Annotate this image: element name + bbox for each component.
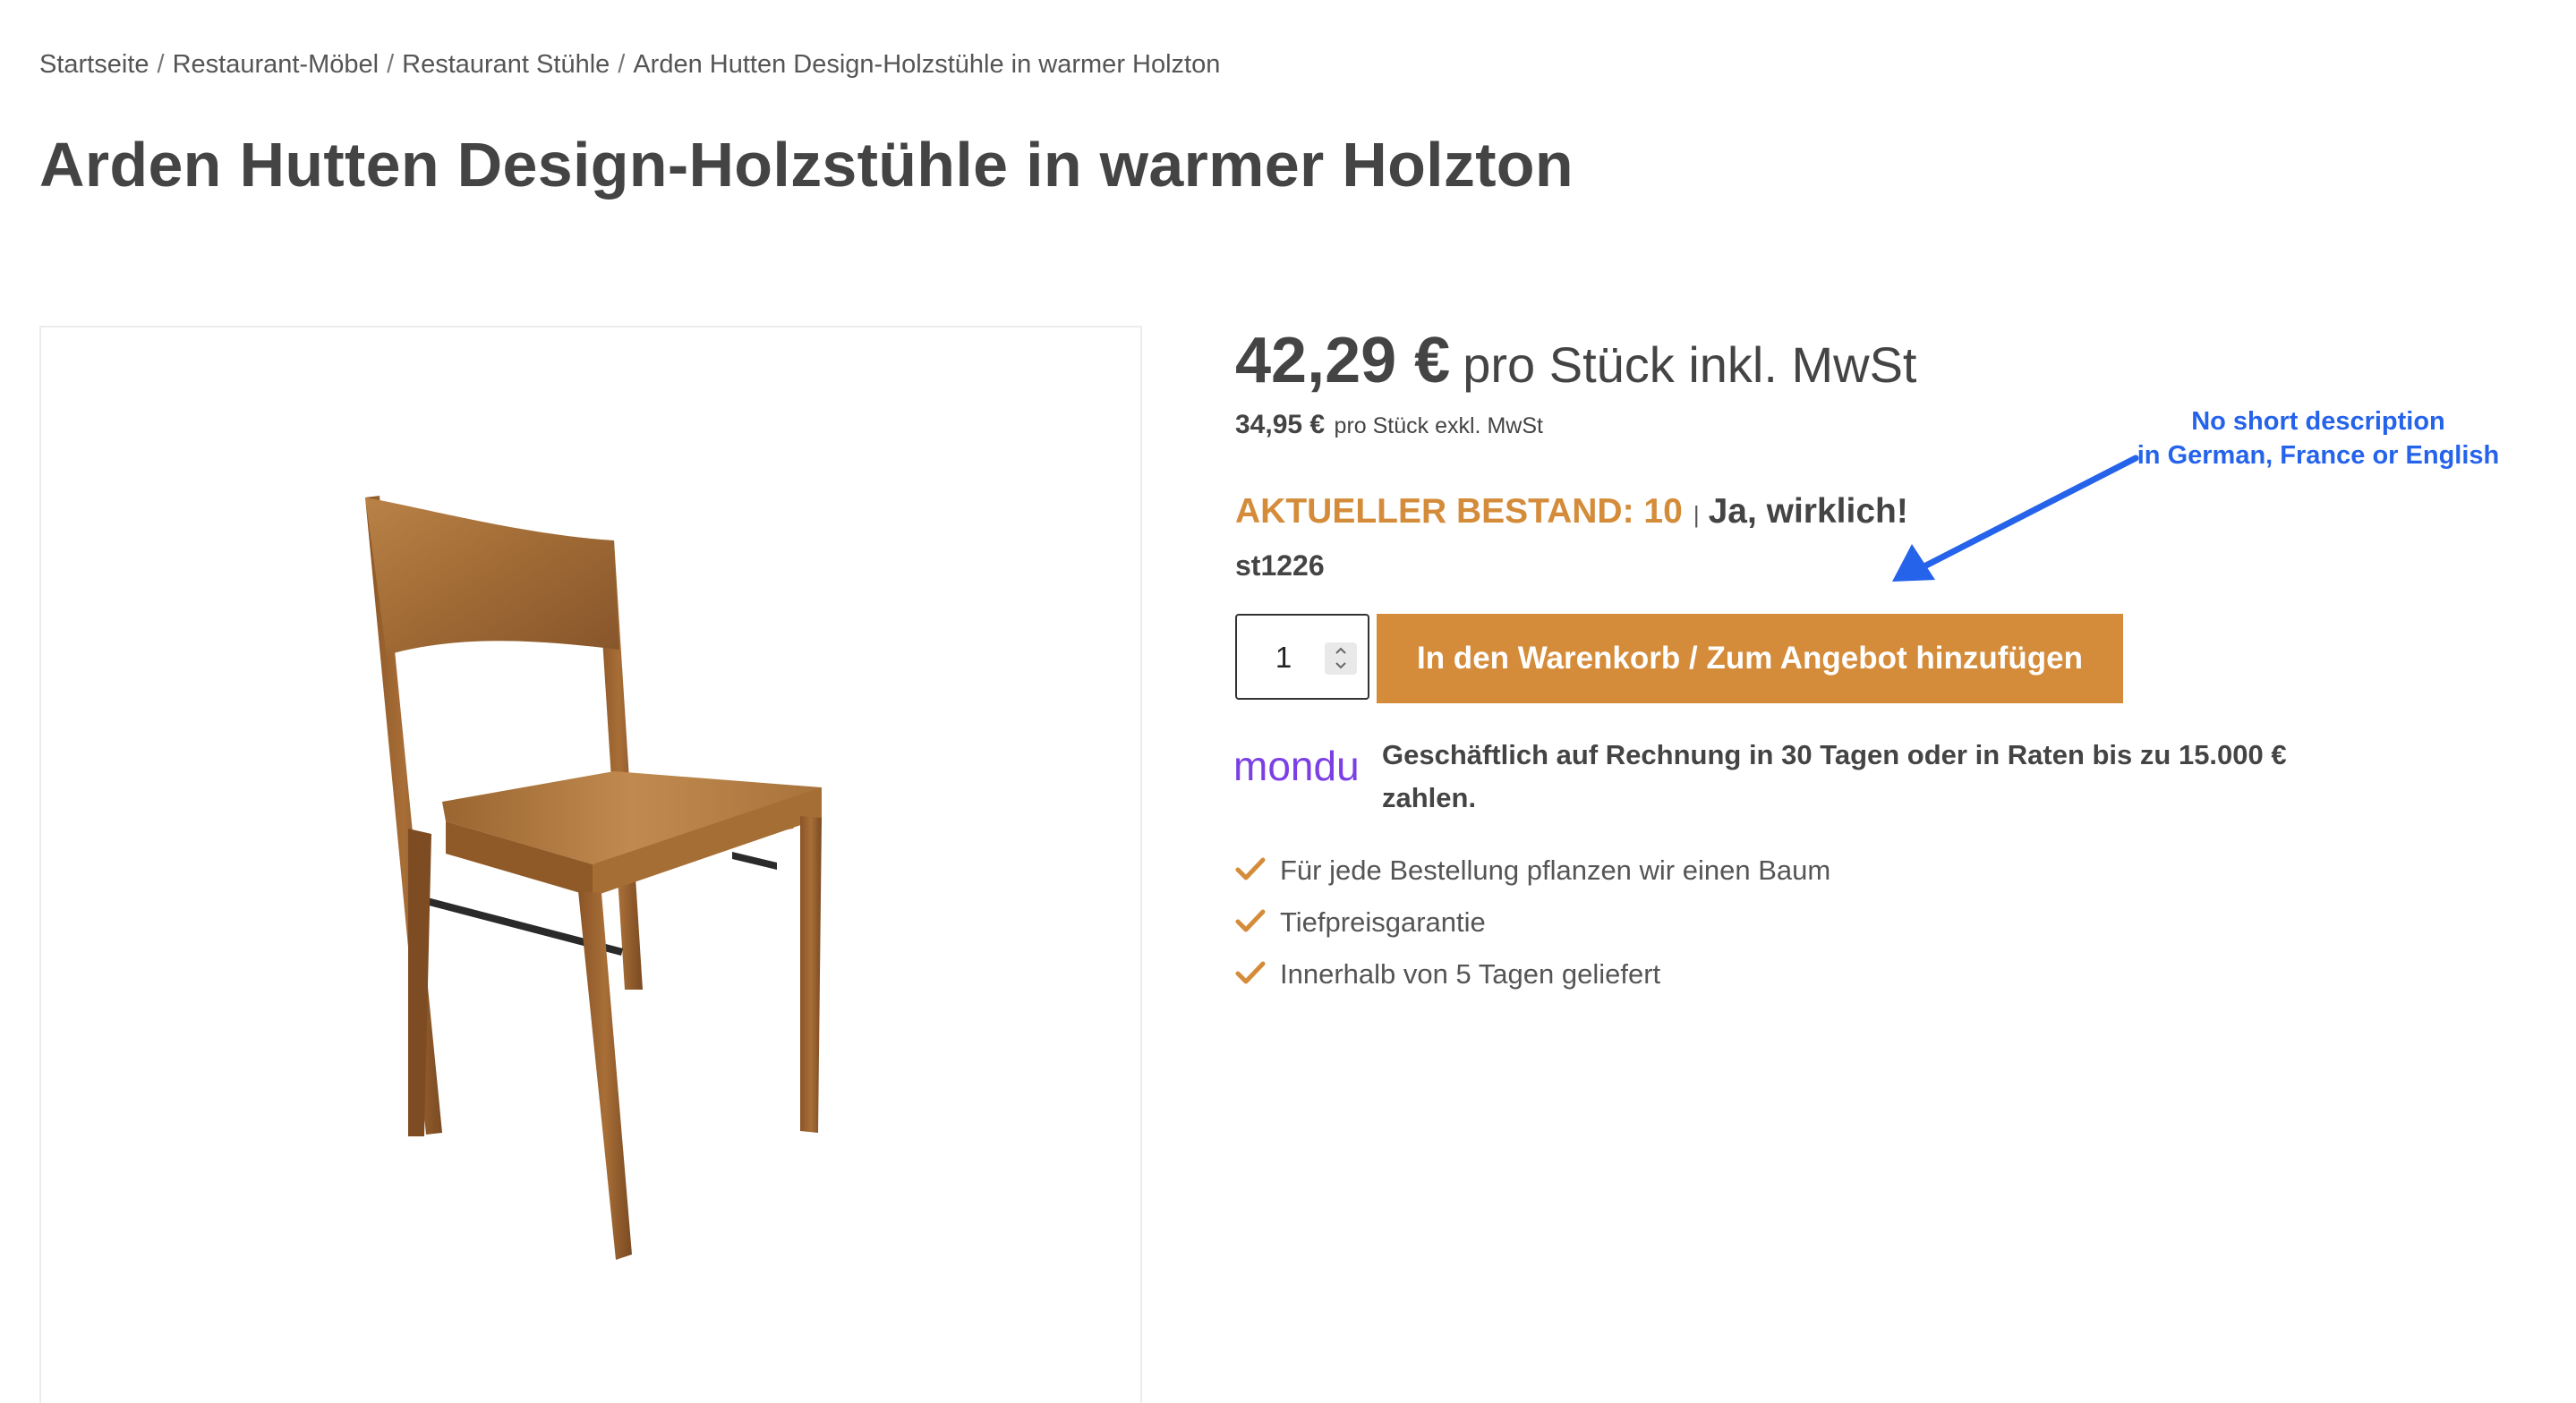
check-icon [1235, 961, 1266, 984]
chevron-down-icon[interactable] [1333, 659, 1349, 672]
breadcrumb-restaurant-stuehle[interactable]: Restaurant Stühle [402, 50, 610, 79]
usp-item: Innerhalb von 5 Tagen geliefert [1235, 952, 1830, 1004]
usp-list: Für jede Bestellung pflanzen wir einen B… [1235, 848, 1830, 1004]
check-icon [1235, 909, 1266, 932]
breadcrumb-home[interactable]: Startseite [39, 50, 149, 79]
stock-separator: | [1693, 501, 1700, 528]
breadcrumb-current: Arden Hutten Design-Holzstühle in warmer… [633, 50, 1221, 79]
quantity-input[interactable] [1248, 635, 1319, 680]
arrow-icon [1892, 455, 2139, 582]
usp-text: Für jede Bestellung pflanzen wir einen B… [1280, 855, 1831, 886]
annotation-note: No short description in German, France o… [2112, 404, 2524, 472]
mondu-logo: mondu [1233, 743, 1360, 789]
annotation-line-2: in German, France or English [2137, 441, 2500, 470]
breadcrumb-separator: / [387, 50, 395, 79]
price-gross-value: 42,29 € [1235, 325, 1451, 396]
stock-label: AKTUELLER BESTAND: 10 [1235, 492, 1683, 531]
chair-image [365, 496, 822, 1260]
stock-note: Ja, wirklich! [1708, 492, 1908, 531]
spinner-arrows-icon[interactable] [1325, 642, 1357, 675]
add-to-cart-button[interactable]: In den Warenkorb / Zum Angebot hinzufüge… [1377, 614, 2123, 703]
breadcrumb-restaurant-moebel[interactable]: Restaurant-Möbel [173, 50, 380, 79]
price-net-unit: pro Stück exkl. MwSt [1334, 413, 1543, 438]
stock-status: AKTUELLER BESTAND: 10 | Ja, wirklich! [1235, 492, 1908, 531]
price-net: 34,95 € pro Stück exkl. MwSt [1235, 410, 1543, 440]
breadcrumb-separator: / [618, 50, 626, 79]
page-title: Arden Hutten Design-Holzstühle in warmer… [39, 130, 1574, 200]
annotation-line-1: No short description [2191, 407, 2445, 436]
quantity-stepper[interactable] [1235, 614, 1369, 700]
usp-item: Tiefpreisgarantie [1235, 900, 1830, 952]
product-image-gallery[interactable] [39, 326, 1142, 1403]
price-gross-unit: pro Stück inkl. MwSt [1463, 336, 1917, 393]
breadcrumb: Startseite / Restaurant-Möbel / Restaurant S… [39, 50, 1220, 80]
price-gross: 42,29 € pro Stück inkl. MwSt [1235, 324, 1917, 397]
product-sku: st1226 [1235, 549, 1325, 582]
check-icon [1235, 857, 1266, 880]
usp-item: Für jede Bestellung pflanzen wir einen B… [1235, 848, 1830, 900]
chevron-up-icon[interactable] [1333, 644, 1349, 657]
usp-text: Tiefpreisgarantie [1280, 906, 1486, 938]
price-net-value: 34,95 € [1235, 410, 1326, 439]
breadcrumb-separator: / [157, 50, 165, 79]
usp-text: Innerhalb von 5 Tagen geliefert [1280, 958, 1661, 990]
payment-info-text: Geschäftlich auf Rechnung in 30 Tagen od… [1382, 739, 2287, 813]
mondu-logo-text: mondu [1233, 743, 1360, 789]
